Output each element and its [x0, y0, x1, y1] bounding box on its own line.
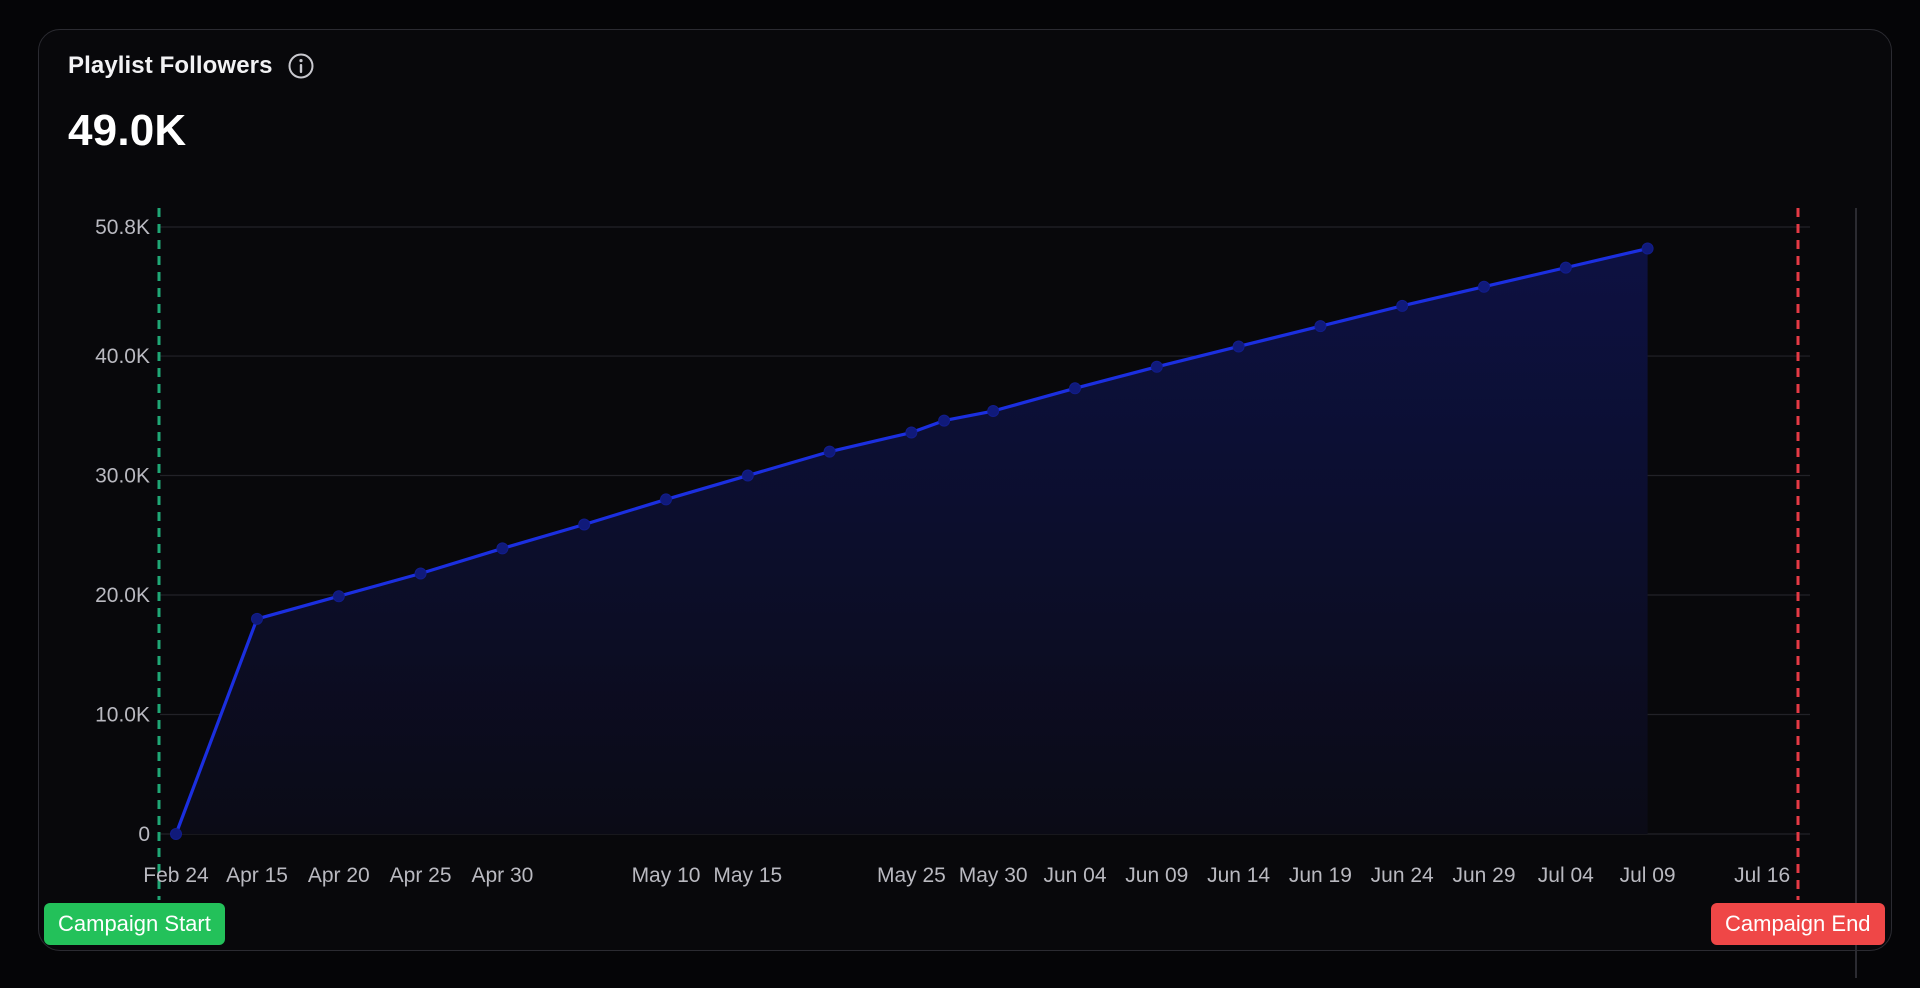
- x-tick-label: Jun 09: [1125, 864, 1188, 887]
- data-point[interactable]: [1641, 242, 1654, 255]
- x-tick-label: May 15: [713, 864, 782, 887]
- x-tick-label: May 30: [959, 864, 1028, 887]
- data-point[interactable]: [1478, 280, 1490, 293]
- data-point[interactable]: [1314, 320, 1327, 333]
- x-tick-label: Jun 04: [1043, 864, 1106, 887]
- data-point[interactable]: [414, 567, 427, 580]
- data-point[interactable]: [170, 828, 182, 840]
- data-point[interactable]: [578, 518, 591, 531]
- x-tick-label: Jul 09: [1620, 864, 1676, 887]
- x-tick-label: Apr 15: [226, 864, 288, 887]
- x-tick-label: May 25: [877, 864, 946, 887]
- y-tick-label: 40.0K: [95, 345, 150, 368]
- data-point[interactable]: [987, 405, 1000, 418]
- data-point[interactable]: [496, 542, 509, 555]
- x-tick-label: Jun 29: [1452, 864, 1515, 887]
- data-point[interactable]: [741, 469, 754, 482]
- x-tick-label: May 10: [632, 864, 701, 887]
- x-tick-label: Jun 24: [1371, 864, 1434, 887]
- x-tick-label: Apr 20: [308, 864, 370, 887]
- series-area: [176, 248, 1648, 834]
- y-tick-label: 0: [138, 823, 150, 846]
- data-point[interactable]: [1559, 261, 1572, 274]
- campaign-start-badge[interactable]: Campaign Start: [44, 903, 225, 945]
- data-point[interactable]: [1232, 340, 1245, 353]
- y-tick-label: 30.0K: [95, 465, 150, 488]
- y-tick-label: 50.8K: [95, 216, 150, 239]
- campaign-end-badge[interactable]: Campaign End: [1711, 903, 1885, 945]
- y-tick-label: 10.0K: [95, 704, 150, 727]
- x-tick-label: Apr 30: [471, 864, 533, 887]
- x-tick-label: Jul 16: [1734, 864, 1790, 887]
- data-point[interactable]: [905, 426, 918, 439]
- x-tick-label: Jun 14: [1207, 864, 1270, 887]
- x-tick-label: Feb 24: [143, 864, 209, 887]
- data-point[interactable]: [1396, 299, 1409, 312]
- data-point[interactable]: [1150, 360, 1163, 373]
- data-point[interactable]: [660, 493, 672, 506]
- x-tick-label: Jul 04: [1538, 864, 1594, 887]
- data-point[interactable]: [251, 612, 263, 625]
- data-point[interactable]: [938, 414, 951, 427]
- data-point[interactable]: [823, 445, 836, 458]
- x-tick-label: Jun 19: [1289, 864, 1352, 887]
- data-point[interactable]: [1069, 382, 1081, 395]
- followers-area-chart: 0 10.0K 20.0K 30.0K 40.0K 50.8K Feb 24 Apr 15 Ap…: [95, 208, 1810, 900]
- data-point[interactable]: [332, 590, 345, 603]
- y-tick-label: 20.0K: [95, 584, 150, 607]
- x-tick-label: Apr 25: [390, 864, 452, 887]
